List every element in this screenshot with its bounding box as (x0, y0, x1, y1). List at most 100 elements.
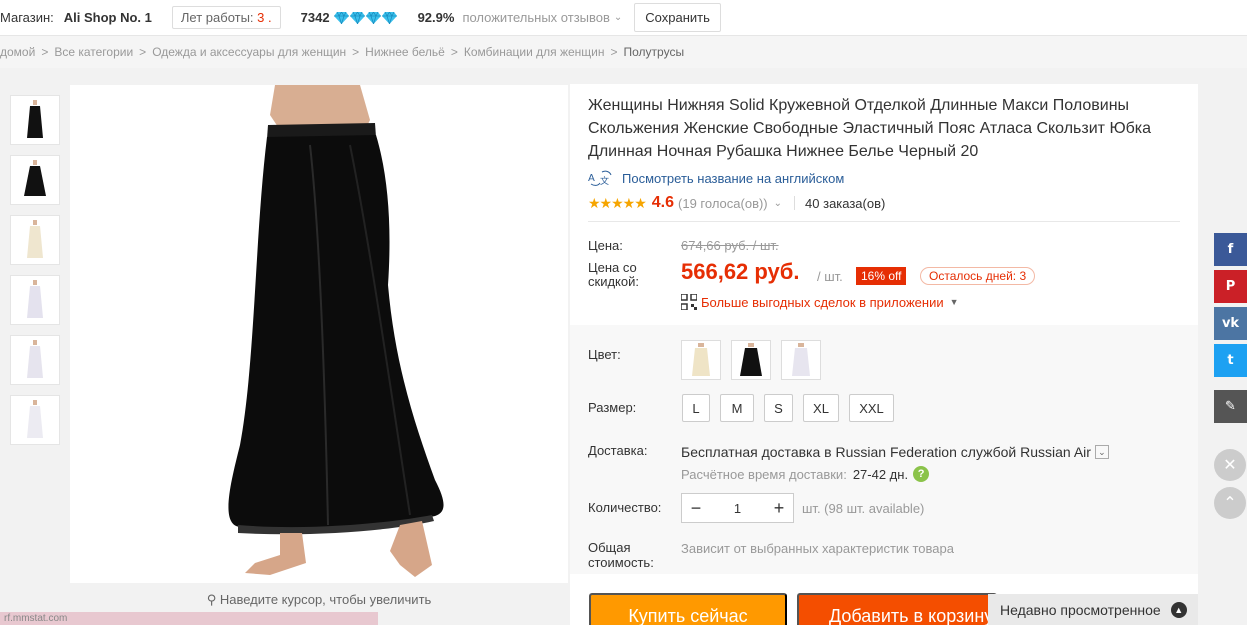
positive-feedback-label[interactable]: положительных отзывов (462, 10, 609, 25)
size-option-l[interactable]: L (682, 394, 710, 422)
diamond-icon (349, 11, 365, 24)
shipping-destination: Russian Federation службой Russian Air (835, 444, 1091, 460)
breadcrumb-home[interactable]: домой (0, 45, 35, 59)
app-deals-text[interactable]: Больше выгодных сделок в приложении (701, 295, 944, 310)
facebook-icon[interactable]: f (1214, 233, 1247, 266)
zoom-hint: ⚲ Наведите курсор, чтобы увеличить (70, 592, 568, 608)
plus-icon[interactable]: + (765, 494, 793, 522)
twitter-icon[interactable]: t (1214, 344, 1247, 377)
total-cost-label: Общая стоимость: (588, 540, 654, 570)
thumbnail-6[interactable] (10, 395, 60, 445)
add-to-cart-button[interactable]: Добавить в корзину (797, 593, 997, 625)
quantity-label: Количество: (588, 500, 662, 515)
quantity-input[interactable]: 1 (710, 501, 765, 516)
store-years-badge: Лет работы: 3 . (171, 6, 281, 29)
help-icon[interactable]: ? (913, 466, 930, 482)
translate-link[interactable]: A文 Посмотреть название на английском (588, 170, 844, 187)
svg-text:A: A (588, 173, 595, 184)
store-diamonds (333, 11, 398, 24)
shipping-free-text: Бесплатная доставка в (681, 444, 832, 460)
divider (588, 221, 1180, 222)
size-option-xl[interactable]: XL (803, 394, 839, 422)
vk-icon[interactable]: vk (1214, 307, 1247, 340)
rating-value: 4.6 (651, 194, 675, 211)
store-bar: Магазин: Ali Shop No. 1 Лет работы: 3 . … (0, 0, 1247, 36)
product-title: Женщины Нижняя Solid Кружевной Отделкой … (588, 97, 1152, 160)
store-label: Магазин: (0, 10, 54, 25)
recently-viewed-label: Недавно просмотренное (1000, 601, 1161, 618)
size-option-m[interactable]: M (720, 394, 754, 422)
size-option-s[interactable]: S (764, 394, 793, 422)
scroll-top-icon[interactable]: ⌃ (1214, 487, 1246, 519)
product-photo (228, 85, 444, 577)
store-score: 7342 (300, 10, 330, 25)
quantity-available: шт. (98 шт. available) (802, 501, 925, 516)
quantity-stepper: − 1 + (681, 493, 794, 523)
store-name[interactable]: Ali Shop No. 1 (64, 10, 152, 25)
skirt-shape (27, 286, 43, 318)
caret-down-icon[interactable]: ▼ (950, 297, 959, 307)
discount-badge: 16% off (856, 267, 907, 285)
skirt-shape (27, 106, 43, 138)
diamond-icon (365, 11, 381, 24)
breadcrumb-underwear[interactable]: Нижнее бельё (365, 45, 445, 59)
discount-price-label: Цена со скидкой: (588, 260, 639, 289)
skirt-shape (27, 346, 43, 378)
positive-feedback-pct: 92.9% (417, 10, 455, 25)
translate-text[interactable]: Посмотреть название на английском (622, 171, 844, 186)
price-label: Цена: (588, 238, 623, 253)
skirt-shape (27, 226, 43, 258)
product-info-panel: Женщины Нижняя Solid Кружевной Отделкой … (570, 84, 1198, 625)
breadcrumb-women-clothing[interactable]: Одежда и аксессуары для женщин (152, 45, 346, 59)
store-years-label: Лет работы: (180, 10, 254, 25)
chevron-down-icon[interactable]: ⌄ (614, 12, 622, 23)
save-store-button[interactable]: Сохранить (634, 3, 721, 32)
zoom-hint-text: Наведите курсор, чтобы увеличить (219, 592, 432, 607)
close-icon[interactable]: ✕ (1214, 449, 1246, 481)
divider (794, 196, 796, 210)
diamond-icon (381, 11, 397, 24)
price-unit: / шт. (817, 269, 843, 284)
thumbnail-1[interactable] (10, 95, 60, 145)
color-swatch-black[interactable] (731, 340, 771, 380)
old-price: 674,66 руб. / шт. (681, 238, 779, 253)
bottom-status-strip: rf.mmstat.com (0, 612, 378, 625)
color-swatch-white[interactable] (781, 340, 821, 380)
thumbnail-5[interactable] (10, 335, 60, 385)
breadcrumb-separator: > (139, 45, 147, 59)
breadcrumb-slips[interactable]: Комбинации для женщин (464, 45, 605, 59)
qr-code-icon (681, 294, 697, 310)
breadcrumb-separator: > (610, 45, 618, 59)
thumbnail-4[interactable] (10, 275, 60, 325)
thumbnail-3[interactable] (10, 215, 60, 265)
app-deals-link[interactable]: Больше выгодных сделок в приложении ▼ (681, 294, 959, 310)
breadcrumb-separator: > (352, 45, 360, 59)
chevron-up-icon[interactable]: ▲ (1170, 601, 1187, 618)
size-option-xxl[interactable]: XXL (849, 394, 894, 422)
rating-stars: ★★★★★ (588, 194, 647, 211)
main-product-image[interactable] (70, 85, 568, 583)
total-cost-value: Зависит от выбранных характеристик товар… (681, 541, 954, 556)
breadcrumb-separator: > (450, 45, 458, 59)
thumbnail-list (10, 95, 60, 455)
shipping-time-label: Расчётное время доставки: (681, 466, 847, 482)
shipping-info[interactable]: Бесплатная доставка в Russian Federation… (681, 444, 1109, 460)
buy-now-button[interactable]: Купить сейчас (589, 593, 787, 625)
store-years-value: 3 . (257, 10, 272, 25)
recently-viewed-bar[interactable]: Недавно просмотренное ▲ (988, 594, 1198, 625)
orders-count: 40 заказа(ов) (805, 195, 886, 211)
rating-votes[interactable]: (19 голоса(ов)) (678, 196, 768, 211)
pinterest-icon[interactable]: P (1214, 270, 1247, 303)
chevron-down-icon[interactable]: ⌄ (774, 198, 782, 209)
breadcrumb-all-categories[interactable]: Все категории (54, 45, 133, 59)
edit-icon[interactable]: ✎ (1214, 390, 1247, 423)
skirt-shape (24, 166, 46, 196)
shipping-time: Расчётное время доставки: 27-42 дн. ? (681, 466, 930, 482)
thumbnail-2[interactable] (10, 155, 60, 205)
rating-row: ★★★★★ 4.6 (19 голоса(ов)) ⌄ 40 заказа(ов… (588, 194, 885, 212)
color-swatch-beige[interactable] (681, 340, 721, 380)
minus-icon[interactable]: − (682, 494, 710, 522)
breadcrumb-current: Полутрусы (623, 45, 685, 59)
chevron-down-icon[interactable]: ⌄ (1094, 445, 1109, 459)
svg-text:文: 文 (600, 175, 609, 186)
